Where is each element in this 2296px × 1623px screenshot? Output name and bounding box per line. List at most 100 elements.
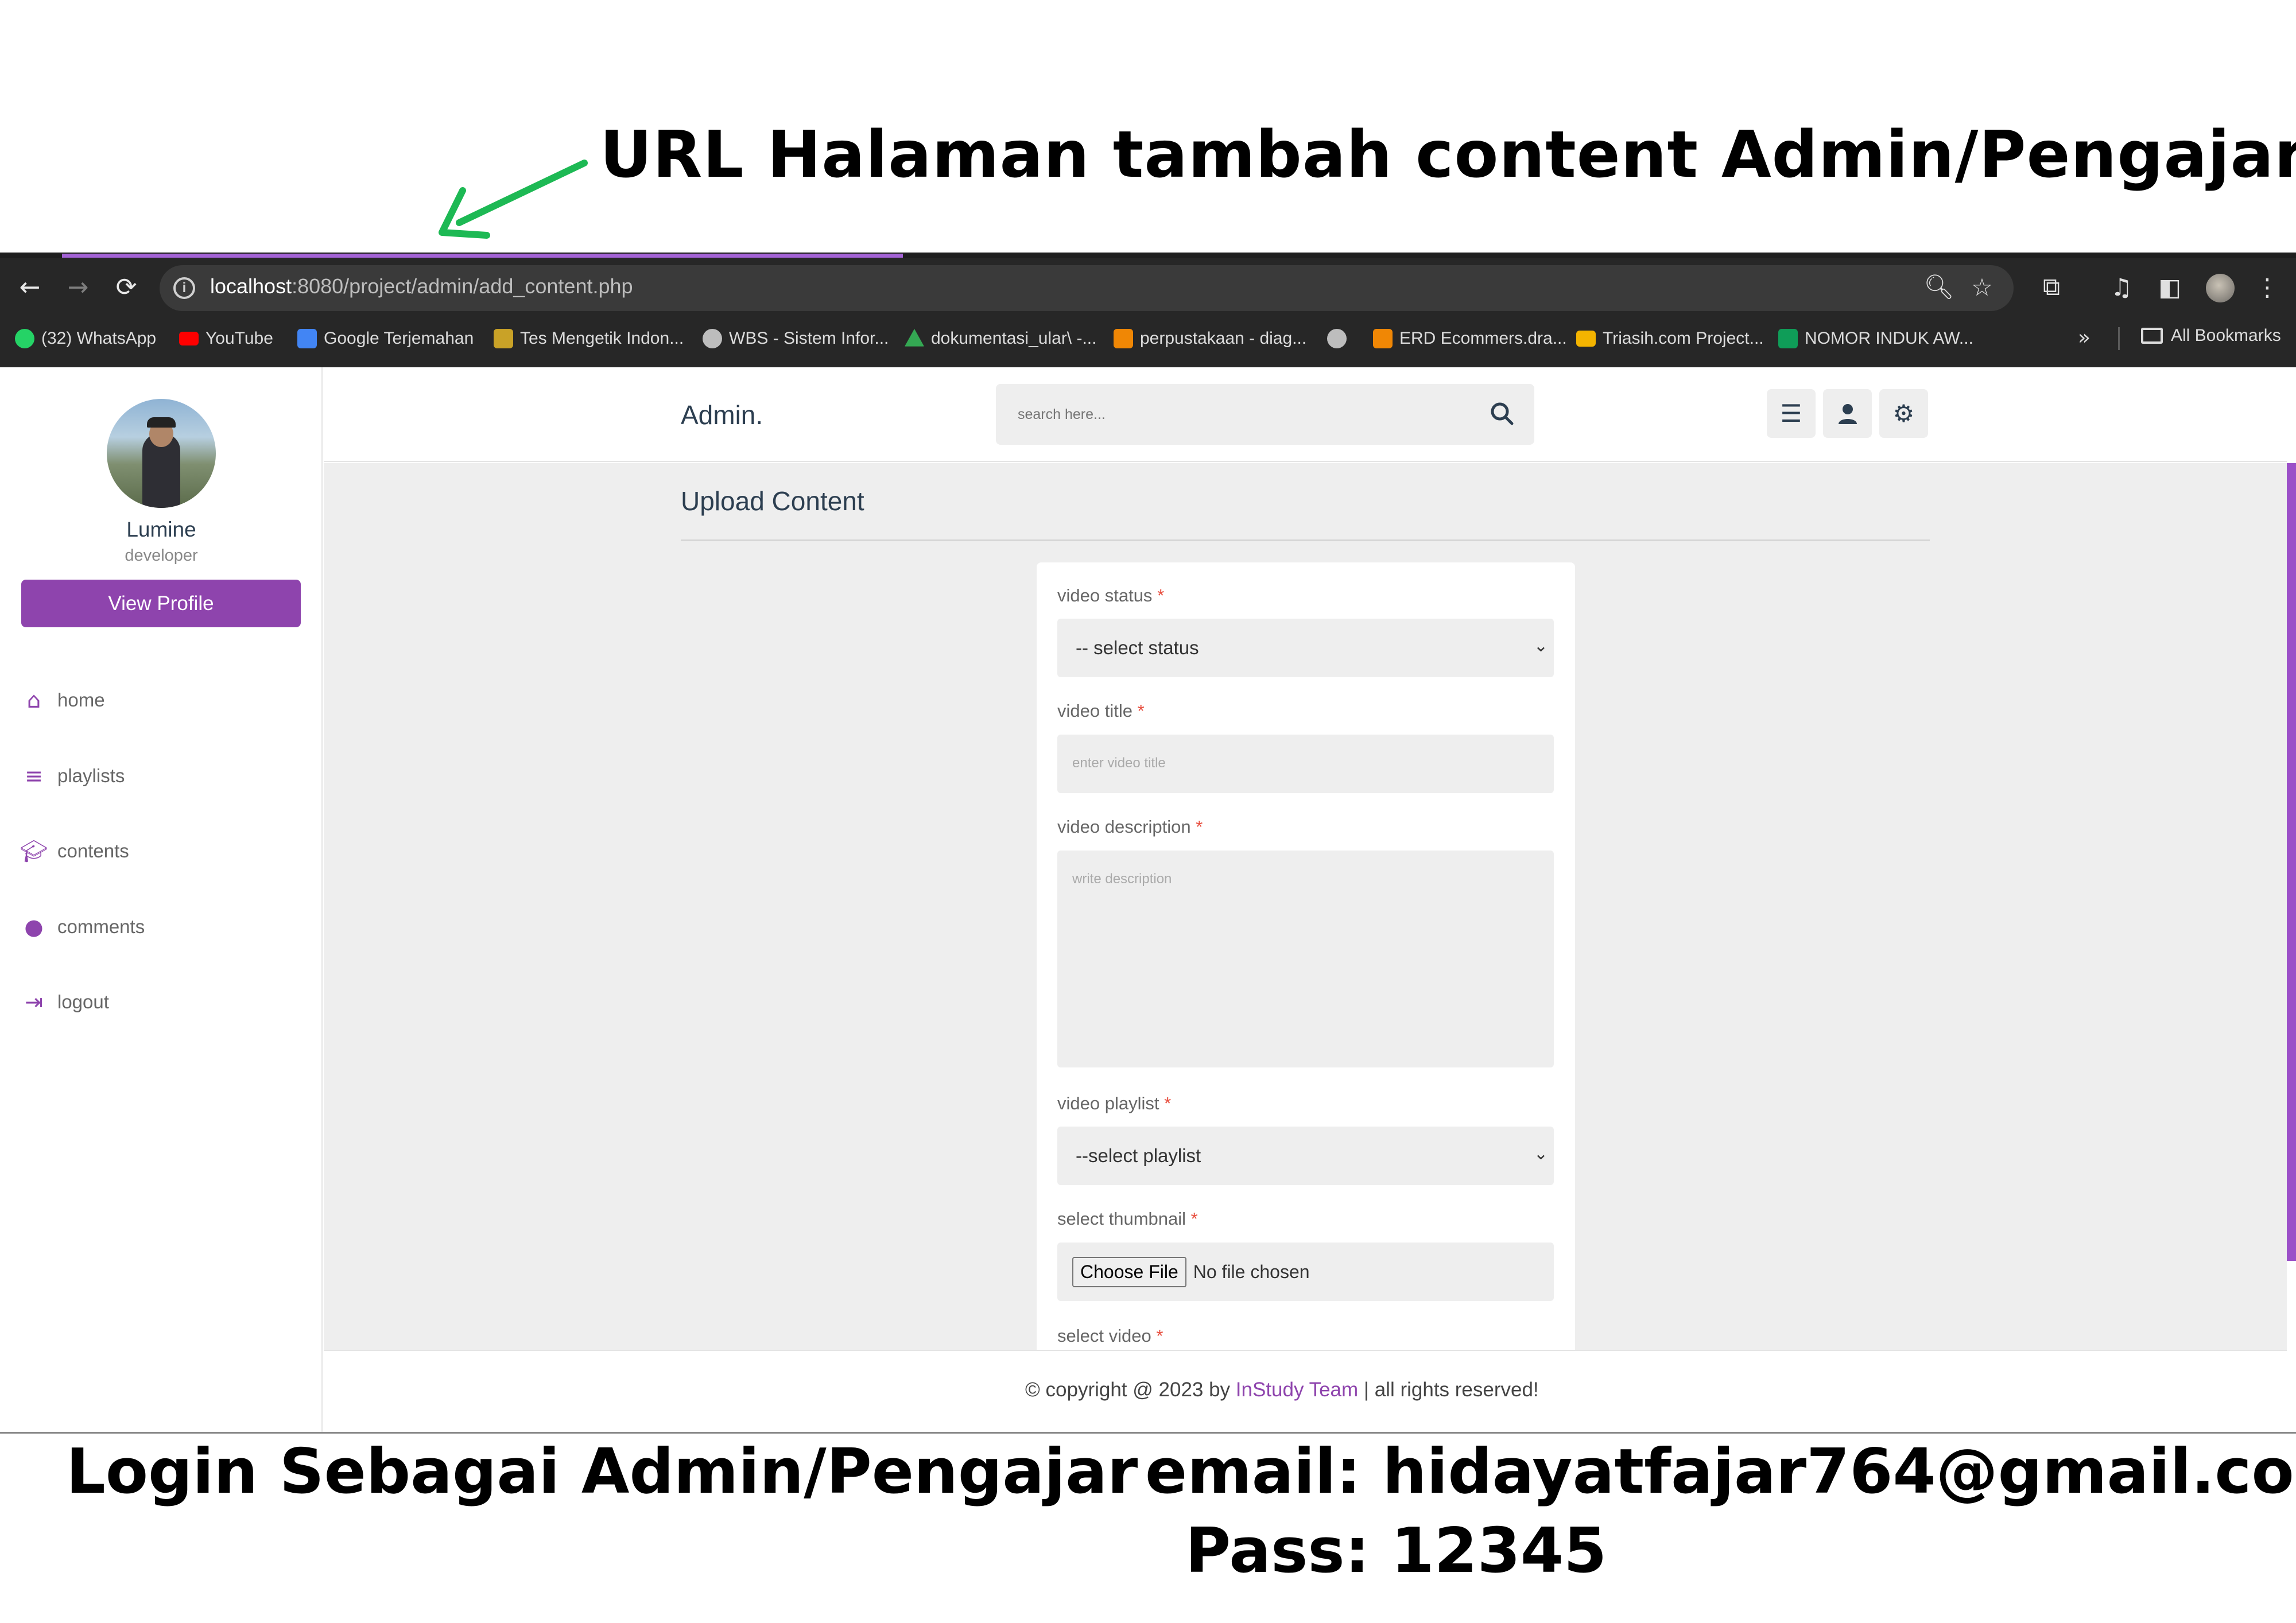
search-icon[interactable] — [1488, 399, 1517, 428]
video-playlist-label: video playlist * — [1057, 1093, 1171, 1114]
bookmark-item[interactable]: Tes Mengetik Indon... — [494, 326, 684, 351]
textarea-placeholder: write description — [1072, 871, 1172, 887]
bookmark-label: YouTube — [205, 329, 273, 348]
sidebar-item-contents[interactable]: 🎓︎ contents — [20, 834, 129, 868]
sidebar-item-label: logout — [57, 991, 109, 1012]
video-status-select[interactable]: -- select status ⌄ — [1057, 619, 1554, 677]
video-title-input[interactable]: enter video title — [1057, 735, 1554, 793]
label-text: video description — [1057, 817, 1191, 837]
sidebar-item-home[interactable]: ⌂ home — [21, 683, 105, 717]
input-placeholder: enter video title — [1072, 755, 1166, 771]
required-mark: * — [1157, 585, 1165, 605]
globe-icon — [1327, 329, 1347, 348]
google-translate-icon — [297, 329, 317, 348]
forward-arrow-icon[interactable]: → — [61, 270, 95, 304]
file-status: No file chosen — [1193, 1261, 1310, 1282]
user-icon[interactable] — [1823, 389, 1872, 438]
label-text: select video — [1057, 1326, 1151, 1346]
media-control-icon[interactable]: ♫ — [2105, 271, 2138, 303]
sidebar-item-label: contents — [57, 840, 129, 861]
bookmark-item[interactable]: (32) WhatsApp — [15, 326, 156, 351]
thumbnail-file-input: Choose File No file chosen — [1057, 1243, 1554, 1301]
loading-bar — [62, 254, 903, 258]
search-box — [996, 384, 1534, 445]
all-bookmarks-label: All Bookmarks — [2171, 326, 2281, 345]
more-bookmarks-icon[interactable]: » — [2078, 326, 2091, 350]
bookmark-item[interactable]: Triasih.com Project... — [1576, 326, 1764, 351]
sidebar-item-label: home — [57, 689, 105, 710]
chevron-down-icon: ⌄ — [1533, 636, 1548, 656]
sidebar-item-label: comments — [57, 916, 145, 937]
annotation-pass-caption: Pass: 12345 — [1185, 1515, 1607, 1587]
side-panel-icon[interactable]: ◧ — [2154, 271, 2186, 303]
bookmark-item[interactable]: Google Terjemahan — [297, 326, 474, 351]
folder-icon — [2141, 328, 2163, 344]
select-thumbnail-label: select thumbnail * — [1057, 1209, 1198, 1229]
bookmark-item[interactable]: YouTube — [179, 326, 273, 351]
sidebar-item-logout[interactable]: ⇥ logout — [21, 985, 109, 1019]
menu-bars-icon[interactable]: ☰ — [1767, 389, 1816, 438]
avatar — [107, 399, 216, 508]
bookmark-item[interactable]: NOMOR INDUK AW... — [1778, 326, 1973, 351]
copyright-suffix: | all rights reserved! — [1358, 1379, 1539, 1401]
bookmark-label: (32) WhatsApp — [41, 329, 157, 348]
bookmark-label: Google Terjemahan — [324, 329, 474, 348]
url-text[interactable]: localhost:8080/project/admin/add_content… — [210, 274, 633, 298]
bookmark-item[interactable]: WBS - Sistem Infor... — [703, 326, 889, 351]
view-profile-button[interactable]: View Profile — [21, 580, 301, 627]
choose-file-button[interactable]: Choose File — [1072, 1256, 1186, 1287]
sidebar-item-playlists[interactable]: ≡ playlists — [21, 759, 125, 793]
heading-divider — [681, 539, 1930, 541]
bookmark-label: perpustakaan - diag... — [1140, 329, 1307, 348]
bookmark-label: dokumentasi_ular\ -... — [931, 329, 1097, 348]
browser-profile-avatar[interactable] — [2206, 274, 2235, 302]
extensions-icon[interactable]: ⧉ — [2035, 271, 2068, 303]
zoom-icon[interactable]: 🔍︎ — [1923, 271, 1955, 303]
video-description-label: video description * — [1057, 817, 1203, 837]
app-logo[interactable]: Admin. — [681, 399, 763, 430]
graduation-cap-icon: 🎓︎ — [20, 838, 48, 864]
annotation-login-caption: Login Sebagai Admin/Pengajar — [66, 1436, 1138, 1508]
search-input[interactable] — [1018, 401, 1454, 428]
bookmark-star-icon[interactable]: ☆ — [1966, 271, 1998, 303]
screenshot-bottom-border — [0, 1432, 2296, 1434]
select-video-label: select video * — [1057, 1326, 1163, 1346]
bookmark-item[interactable]: perpustakaan - diag... — [1114, 326, 1306, 351]
typing-test-icon — [494, 329, 513, 348]
youtube-icon — [179, 332, 199, 345]
user-glyph — [1838, 403, 1857, 424]
all-bookmarks-button[interactable]: All Bookmarks — [2141, 326, 2281, 345]
settings-gear-icon[interactable]: ⚙ — [1879, 389, 1928, 438]
back-arrow-icon[interactable]: ← — [13, 270, 47, 304]
video-description-textarea[interactable]: write description — [1057, 851, 1554, 1067]
video-title-label: video title * — [1057, 701, 1145, 721]
reload-icon[interactable]: ⟳ — [109, 270, 144, 304]
team-link[interactable]: InStudy Team — [1236, 1379, 1358, 1401]
drawio-icon — [1114, 329, 1133, 348]
bookmark-item[interactable]: ERD Ecommers.dra... — [1373, 326, 1567, 351]
label-text: video playlist — [1057, 1093, 1159, 1113]
profile-name: Lumine — [126, 518, 196, 541]
bookmark-item[interactable] — [1327, 326, 1353, 351]
url-host: localhost — [210, 274, 292, 298]
sidebar-item-comments[interactable]: ● comments — [21, 910, 145, 944]
select-value: --select playlist — [1076, 1145, 1201, 1166]
bookmark-item[interactable]: dokumentasi_ular\ -... — [905, 326, 1096, 351]
logout-icon: ⇥ — [25, 989, 43, 1015]
video-playlist-select[interactable]: --select playlist ⌄ — [1057, 1127, 1554, 1185]
menu-kebab-icon[interactable]: ⋮ — [2251, 271, 2283, 303]
google-sheets-icon — [1778, 329, 1798, 348]
bookmark-label: Tes Mengetik Indon... — [520, 329, 684, 348]
comment-icon: ● — [24, 914, 44, 939]
page-title: Upload Content — [681, 486, 864, 516]
bookmark-label: NOMOR INDUK AW... — [1805, 329, 1973, 348]
list-icon: ≡ — [25, 763, 43, 789]
url-path: :8080/project/admin/add_content.php — [292, 274, 633, 298]
annotation-top-caption: URL Halaman tambah content Admin/Pengaja… — [600, 118, 2296, 192]
site-info-icon[interactable]: i — [173, 277, 195, 299]
copyright-prefix: © copyright @ 2023 by — [1025, 1379, 1236, 1401]
drawio-icon — [1373, 329, 1393, 348]
page-scrollbar[interactable] — [2287, 463, 2296, 1261]
label-text: video status — [1057, 585, 1153, 605]
screenshot-root: URL Halaman tambah content Admin/Pengaja… — [0, 0, 2296, 1623]
